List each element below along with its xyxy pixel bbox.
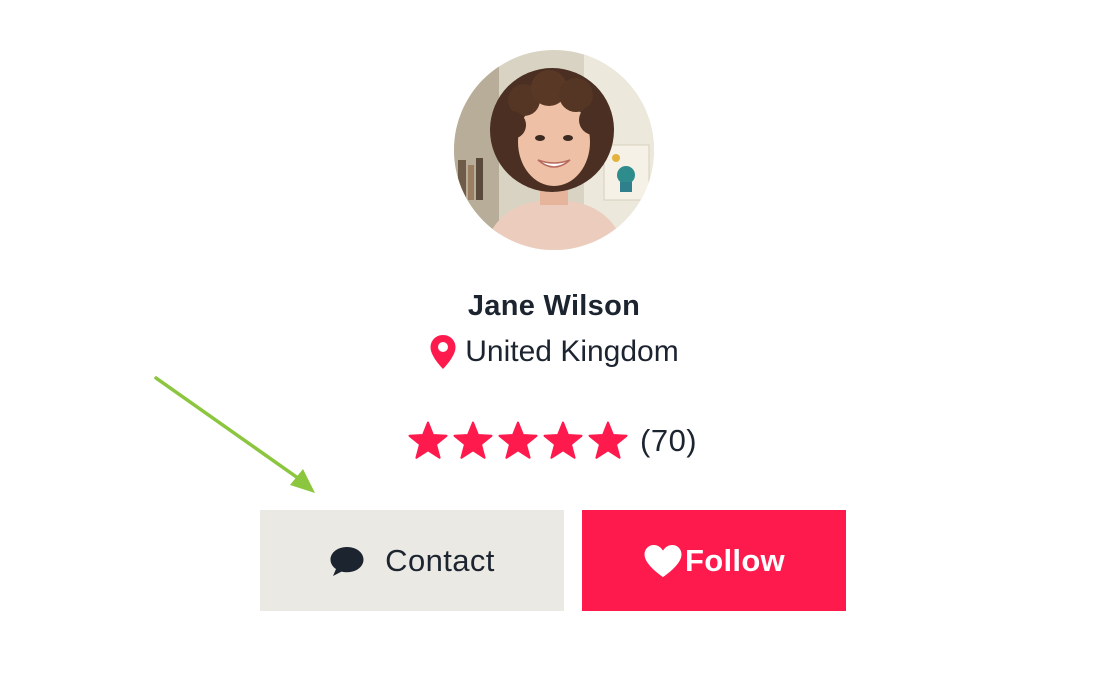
review-count: (70) bbox=[640, 423, 698, 458]
star-icon bbox=[588, 421, 628, 459]
profile-card: Jane Wilson United Kingdom (70) Contact … bbox=[0, 0, 1108, 676]
annotation-arrow-icon bbox=[154, 376, 315, 493]
contact-button[interactable]: Contact bbox=[260, 510, 564, 611]
follow-button-label: Follow bbox=[685, 542, 785, 578]
avatar bbox=[454, 50, 654, 250]
profile-name: Jane Wilson bbox=[467, 290, 641, 322]
star-rating bbox=[408, 421, 628, 461]
contact-button-label: Contact bbox=[385, 542, 495, 578]
location-label: United Kingdom bbox=[465, 335, 679, 368]
star-icon bbox=[408, 421, 448, 459]
speech-bubble-icon bbox=[330, 546, 364, 576]
rating: (70) bbox=[408, 421, 697, 461]
star-icon bbox=[498, 421, 538, 459]
map-pin-icon bbox=[430, 335, 456, 369]
star-icon bbox=[453, 421, 493, 459]
avatar-photo bbox=[454, 50, 654, 250]
profile-location: United Kingdom bbox=[0, 334, 1108, 370]
heart-icon bbox=[644, 544, 682, 577]
follow-button[interactable]: Follow bbox=[582, 510, 846, 611]
star-icon bbox=[543, 421, 583, 459]
